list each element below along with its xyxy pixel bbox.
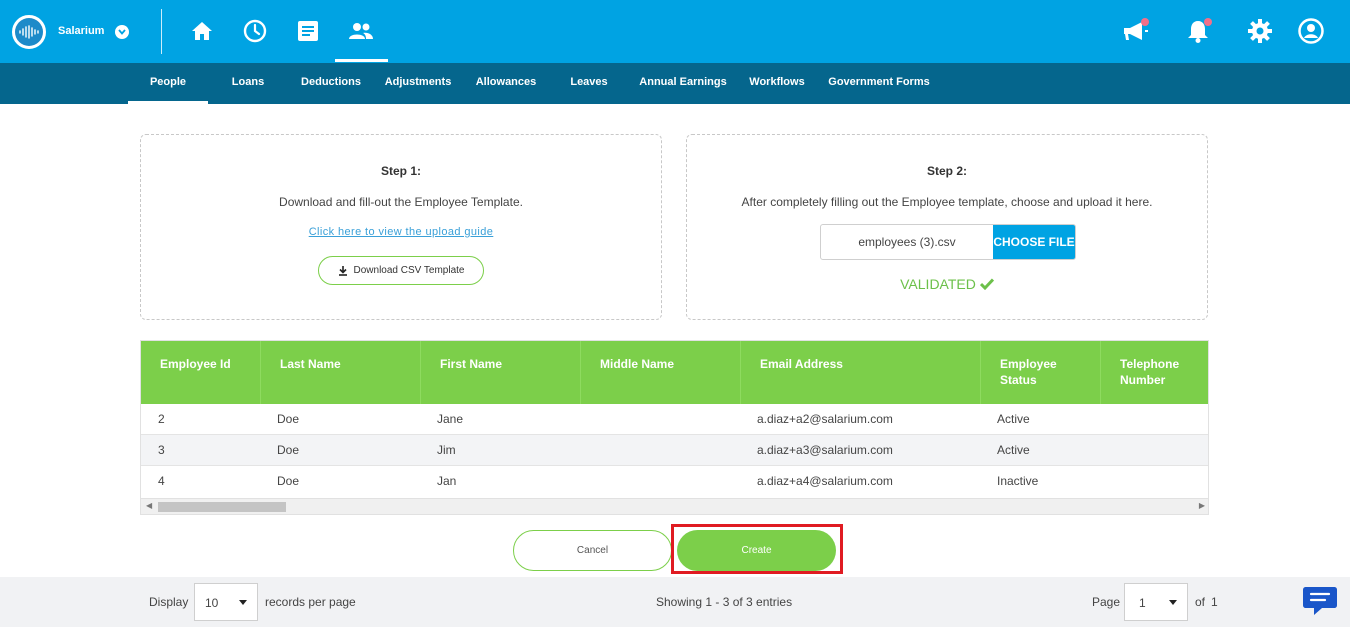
chevron-down-icon[interactable] [115,25,129,39]
active-nav-indicator [335,59,388,62]
validated-label: VALIDATED [900,276,976,292]
cell-status: Active [997,412,1030,426]
download-csv-template-label: Download CSV Template [353,265,465,276]
megaphone-icon[interactable] [1120,16,1150,46]
notification-dot [1141,18,1149,26]
table-row: 4 Doe Jan a.diaz+a4@salarium.com Inactiv… [141,466,1208,497]
company-name[interactable]: Salarium [58,25,104,37]
chevron-down-icon [1169,600,1177,605]
tab-people[interactable]: People [128,63,208,104]
cell-middle-name [581,404,741,435]
salarium-logo[interactable] [12,15,46,49]
people-icon[interactable] [348,18,374,44]
choose-file-button[interactable]: CHOOSE FILE [993,225,1075,259]
cell-employee-id: 4 [158,474,165,488]
bell-icon[interactable] [1183,16,1213,46]
validation-status: VALIDATED [687,276,1207,292]
download-icon [338,265,347,276]
cell-middle-name [581,435,741,466]
step2-title: Step 2: [926,164,967,178]
step2-panel: Step 2: After completely filling out the… [686,134,1208,320]
top-bar: Salarium [0,0,1350,63]
tab-deductions[interactable]: Deductions [295,63,367,104]
cell-first-name: Jim [437,443,456,457]
logo-mark [15,18,43,46]
notification-dot [1204,18,1212,26]
cell-status: Active [997,443,1030,457]
selected-file-name: employees (3).csv [858,235,956,249]
table-row: 3 Doe Jim a.diaz+a3@salarium.com Active [141,435,1208,466]
page-select[interactable]: 1 [1124,583,1188,621]
user-icon[interactable] [1296,16,1326,46]
step2-description: After completely filling out the Employe… [741,195,1153,209]
divider [161,9,162,54]
step1-panel: Step 1: Download and fill-out the Employ… [140,134,662,320]
cancel-button[interactable]: Cancel [513,530,672,571]
step1-description: Download and fill-out the Employee Templ… [279,195,523,209]
table-header: Employee Id Last Name First Name Middle … [141,341,1208,404]
tab-loans[interactable]: Loans [225,63,271,104]
file-upload-field[interactable]: employees (3).csv CHOOSE FILE [820,224,1076,260]
cell-telephone [1101,466,1208,497]
horizontal-scrollbar[interactable]: ◀ ▶ [141,498,1208,514]
clock-icon[interactable] [242,18,268,44]
column-header: First Name [421,341,581,404]
waveform-icon [19,25,39,39]
cell-middle-name [581,466,741,497]
column-header: Email Address [741,341,981,404]
page-value: 1 [1139,596,1146,610]
column-header: Employee Status [981,341,1101,404]
chat-icon[interactable] [1302,585,1338,617]
display-label: Display [149,595,189,609]
cell-email: a.diaz+a3@salarium.com [757,443,893,457]
cell-last-name: Doe [277,443,300,457]
cell-status: Inactive [997,474,1039,488]
document-icon[interactable] [295,18,321,44]
records-per-page-select[interactable]: 10 [194,583,258,621]
home-icon[interactable] [189,18,215,44]
tab-annual-earnings[interactable]: Annual Earnings [638,63,728,104]
tab-workflows[interactable]: Workflows [746,63,808,104]
create-button[interactable]: Create [677,530,836,571]
tab-leaves[interactable]: Leaves [565,63,613,104]
download-csv-template-button[interactable]: Download CSV Template [318,256,484,285]
step1-title: Step 1: [380,164,421,178]
cell-employee-id: 3 [158,443,165,457]
records-per-page-label: records per page [265,595,356,609]
cell-first-name: Jan [437,474,457,488]
page-label: Page [1092,595,1121,609]
pagination-footer: Display 10 records per page Showing 1 - … [0,577,1350,627]
gear-icon[interactable] [1245,16,1275,46]
scroll-left-icon[interactable]: ◀ [146,501,152,510]
cell-email: a.diaz+a4@salarium.com [757,474,893,488]
column-header: Middle Name [581,341,741,404]
column-header: Employee Id [141,341,261,404]
cell-telephone [1101,435,1208,466]
cell-employee-id: 2 [158,412,165,426]
of-label: of [1195,595,1206,609]
table-row: 2 Doe Jane a.diaz+a2@salarium.com Active [141,404,1208,435]
tab-allowances[interactable]: Allowances [472,63,540,104]
cell-telephone [1101,404,1208,435]
upload-guide-link[interactable]: Click here to view the upload guide [141,226,661,238]
cell-first-name: Jane [437,412,464,426]
chevron-down-icon [239,600,247,605]
employee-preview-table: Employee Id Last Name First Name Middle … [140,340,1209,515]
column-header: Telephone Number [1120,357,1180,387]
entries-summary: Showing 1 - 3 of 3 entries [656,595,793,609]
records-per-page-value: 10 [205,596,219,610]
cell-last-name: Doe [277,474,300,488]
scroll-right-icon[interactable]: ▶ [1199,501,1205,510]
cell-email: a.diaz+a2@salarium.com [757,412,893,426]
total-pages: 1 [1211,595,1218,609]
tab-adjustments[interactable]: Adjustments [382,63,454,104]
cell-last-name: Doe [277,412,300,426]
checkmark-icon [979,278,994,290]
scrollbar-thumb[interactable] [158,502,286,512]
tab-government-forms[interactable]: Government Forms [826,63,932,104]
sub-navigation: People Loans Deductions Adjustments Allo… [0,63,1350,104]
column-header: Last Name [261,341,421,404]
